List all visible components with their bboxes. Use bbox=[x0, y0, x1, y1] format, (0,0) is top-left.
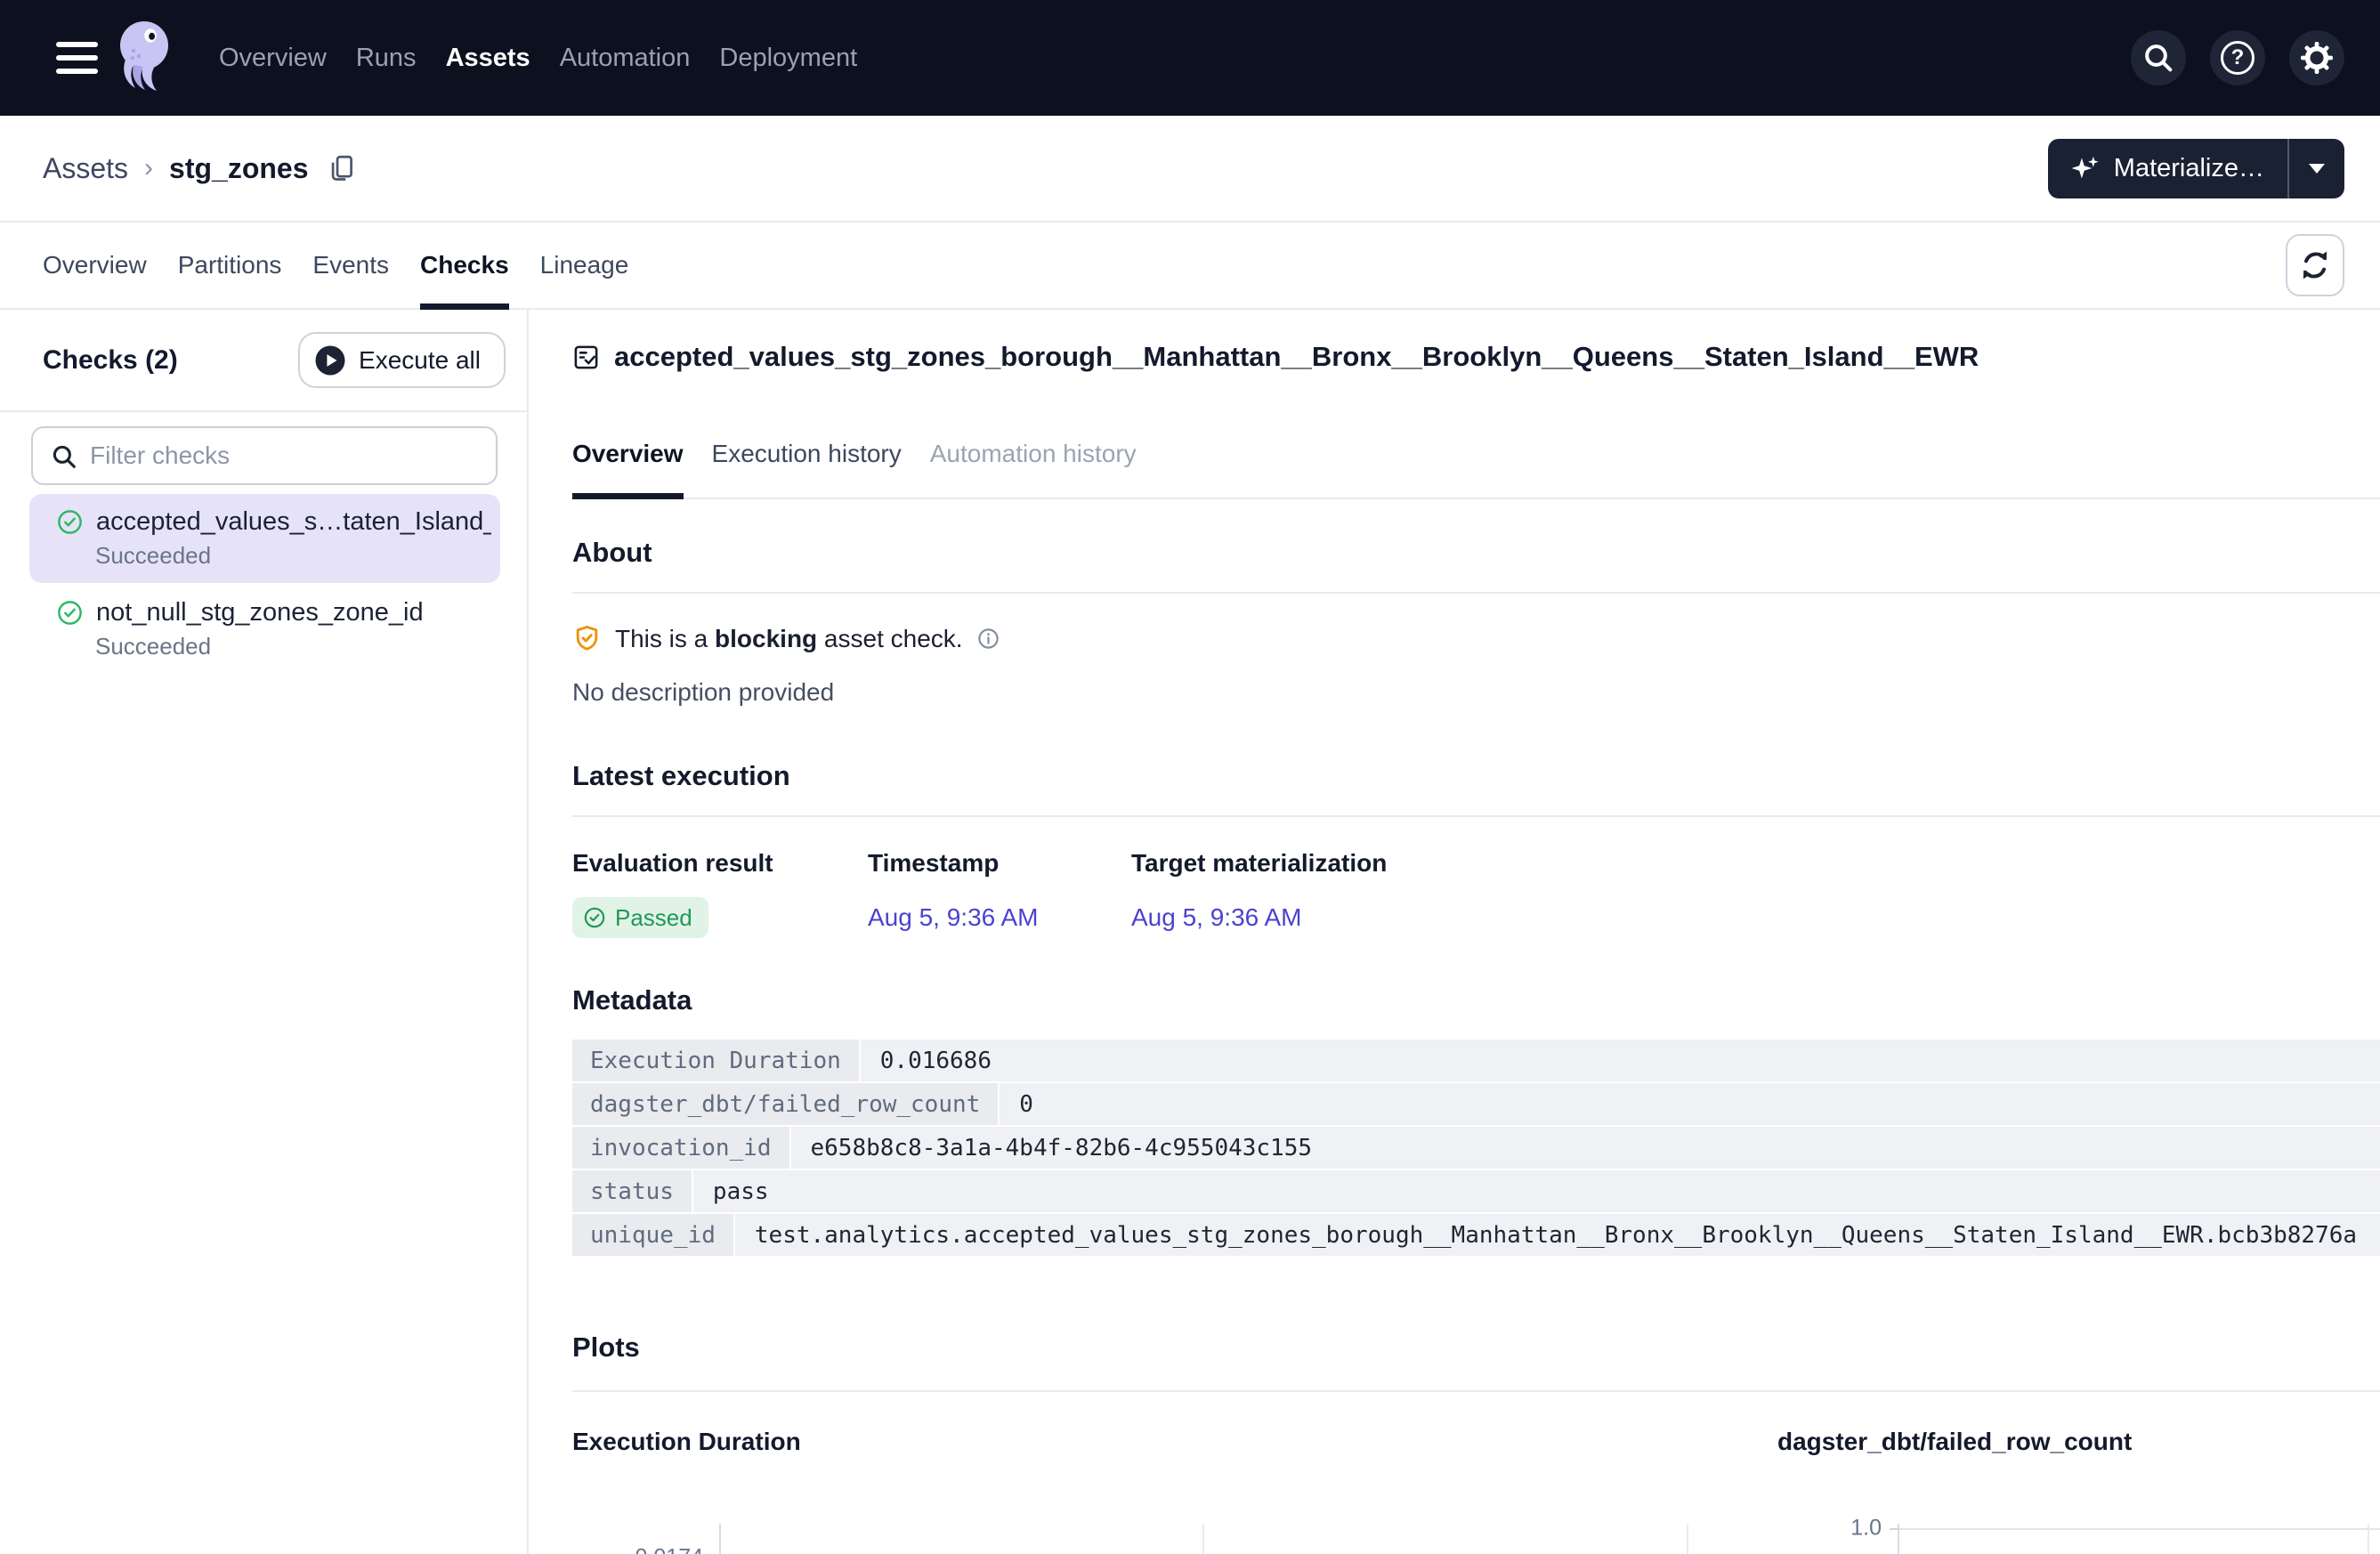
table-row: Execution Duration 0.016686 bbox=[572, 1040, 2380, 1081]
chart-plot-area bbox=[719, 1524, 1736, 1554]
metadata-value: pass bbox=[693, 1170, 2380, 1212]
materialize-button[interactable]: Materialize… bbox=[2048, 139, 2287, 198]
check-item-status: Succeeded bbox=[95, 633, 491, 660]
timestamp-link[interactable]: Aug 5, 9:36 AM bbox=[868, 903, 1038, 932]
table-row: invocation_id e658b8c8-3a1a-4b4f-82b6-4c… bbox=[572, 1127, 2380, 1169]
about-heading: About bbox=[572, 537, 2380, 569]
y-tick-label: 0.0174 bbox=[635, 1545, 703, 1554]
metadata-heading: Metadata bbox=[572, 984, 2380, 1016]
chevron-down-icon bbox=[2309, 164, 2325, 174]
dagster-logo[interactable] bbox=[112, 19, 178, 97]
metadata-value: e658b8c8-3a1a-4b4f-82b6-4c955043c155 bbox=[791, 1127, 2380, 1169]
tab-execution-history[interactable]: Execution history bbox=[712, 440, 902, 498]
execution-duration-chart: Execution Duration 0.0174 bbox=[572, 1428, 1736, 1554]
nav-item-assets[interactable]: Assets bbox=[446, 44, 530, 73]
refresh-button[interactable] bbox=[2286, 234, 2344, 296]
execute-all-button[interactable]: Execute all bbox=[298, 332, 506, 388]
metadata-key: Execution Duration bbox=[572, 1040, 859, 1081]
tab-lineage[interactable]: Lineage bbox=[540, 223, 629, 308]
metadata-value: test.analytics.accepted_values_stg_zones… bbox=[735, 1214, 2380, 1256]
nav-item-overview[interactable]: Overview bbox=[219, 44, 327, 73]
top-nav: Overview Runs Assets Automation Deployme… bbox=[0, 0, 2380, 116]
checks-panel: Checks (2) Execute all bbox=[0, 310, 529, 1554]
materialize-split-button: Materialize… bbox=[2048, 139, 2344, 198]
page-header: Assets › stg_zones Materialize… bbox=[0, 116, 2380, 223]
primary-nav: Overview Runs Assets Automation Deployme… bbox=[219, 44, 857, 73]
breadcrumb-assets-link[interactable]: Assets bbox=[43, 152, 128, 185]
materialize-dropdown-button[interactable] bbox=[2287, 139, 2344, 198]
breadcrumb: Assets › stg_zones bbox=[43, 152, 357, 185]
metadata-value: 0 bbox=[1000, 1083, 2380, 1125]
col-target-materialization: Target materialization bbox=[1131, 849, 2380, 878]
no-description-text: No description provided bbox=[572, 678, 2380, 707]
metadata-key: status bbox=[572, 1170, 692, 1212]
copy-icon bbox=[327, 153, 357, 183]
filter-search-icon bbox=[49, 441, 79, 472]
failed-row-count-chart: dagster_dbt/failed_row_count 1.0 0.6 bbox=[1777, 1428, 2380, 1554]
asset-check-icon bbox=[572, 344, 600, 371]
settings-button[interactable] bbox=[2289, 30, 2344, 85]
passed-check-icon bbox=[583, 906, 606, 929]
check-detail: accepted_values_stg_zones_borough__Manha… bbox=[529, 310, 2380, 1554]
check-title: accepted_values_stg_zones_borough__Manha… bbox=[614, 341, 1979, 373]
target-materialization-link[interactable]: Aug 5, 9:36 AM bbox=[1131, 903, 1301, 932]
checks-list: accepted_values_s…taten_Island__EWR Succ… bbox=[0, 494, 527, 674]
col-timestamp: Timestamp bbox=[868, 849, 1131, 878]
table-row: dagster_dbt/failed_row_count 0 bbox=[572, 1083, 2380, 1125]
check-detail-tabs: Overview Execution history Automation hi… bbox=[572, 440, 2380, 499]
chart-title: dagster_dbt/failed_row_count bbox=[1777, 1428, 2380, 1456]
search-button[interactable] bbox=[2131, 30, 2186, 85]
nav-item-automation[interactable]: Automation bbox=[560, 44, 691, 73]
tab-checks[interactable]: Checks bbox=[420, 223, 509, 308]
check-list-item-not-null[interactable]: not_null_stg_zones_zone_id Succeeded bbox=[29, 585, 500, 674]
asset-tabs: Overview Partitions Events Checks Lineag… bbox=[43, 223, 628, 308]
tab-events[interactable]: Events bbox=[312, 223, 389, 308]
check-item-name: not_null_stg_zones_zone_id bbox=[96, 598, 424, 627]
search-icon bbox=[2141, 40, 2176, 76]
blocking-shield-icon bbox=[572, 624, 602, 653]
help-icon: ? bbox=[2221, 41, 2255, 75]
breadcrumb-current: stg_zones bbox=[169, 152, 308, 185]
breadcrumb-separator: › bbox=[144, 153, 153, 183]
check-item-name: accepted_values_s…taten_Island__EWR bbox=[96, 507, 491, 537]
col-evaluation-result: Evaluation result bbox=[572, 849, 868, 878]
hamburger-icon[interactable] bbox=[56, 42, 98, 74]
refresh-icon bbox=[2297, 247, 2333, 283]
execute-all-label: Execute all bbox=[359, 346, 481, 375]
metadata-key: invocation_id bbox=[572, 1127, 789, 1169]
tab-automation-history[interactable]: Automation history bbox=[930, 440, 1137, 498]
plots-heading: Plots bbox=[572, 1331, 2380, 1364]
y-tick-label: 1.0 bbox=[1850, 1516, 1882, 1542]
blocking-text: This is a blocking asset check. bbox=[615, 625, 963, 653]
metadata-key: unique_id bbox=[572, 1214, 733, 1256]
filter-checks-input[interactable] bbox=[31, 426, 498, 485]
latest-execution-heading: Latest execution bbox=[572, 760, 2380, 792]
info-icon[interactable] bbox=[976, 627, 1000, 651]
sparkle-icon bbox=[2069, 152, 2101, 184]
check-success-icon bbox=[56, 508, 84, 536]
status-badge: Passed bbox=[572, 897, 708, 938]
gear-icon bbox=[2299, 40, 2335, 76]
metadata-table: Execution Duration 0.016686 dagster_dbt/… bbox=[572, 1040, 2380, 1256]
checks-panel-title: Checks (2) bbox=[43, 345, 178, 376]
table-row: status pass bbox=[572, 1170, 2380, 1212]
check-list-item-accepted-values[interactable]: accepted_values_s…taten_Island__EWR Succ… bbox=[29, 494, 500, 583]
tab-overview[interactable]: Overview bbox=[43, 223, 147, 308]
tab-check-overview[interactable]: Overview bbox=[572, 440, 684, 498]
help-button[interactable]: ? bbox=[2210, 30, 2265, 85]
table-row: unique_id test.analytics.accepted_values… bbox=[572, 1214, 2380, 1256]
copy-button[interactable] bbox=[327, 153, 357, 183]
nav-item-deployment[interactable]: Deployment bbox=[719, 44, 857, 73]
asset-tabs-row: Overview Partitions Events Checks Lineag… bbox=[0, 223, 2380, 310]
check-item-status: Succeeded bbox=[95, 542, 491, 570]
nav-item-runs[interactable]: Runs bbox=[356, 44, 417, 73]
tab-partitions[interactable]: Partitions bbox=[178, 223, 282, 308]
materialize-label: Materialize… bbox=[2114, 154, 2264, 183]
check-success-icon bbox=[56, 599, 84, 627]
chart-title: Execution Duration bbox=[572, 1428, 1736, 1456]
metadata-value: 0.016686 bbox=[861, 1040, 2380, 1081]
chart-plot-area bbox=[1898, 1524, 2380, 1554]
metadata-key: dagster_dbt/failed_row_count bbox=[572, 1083, 998, 1125]
play-circle-icon bbox=[314, 344, 346, 376]
